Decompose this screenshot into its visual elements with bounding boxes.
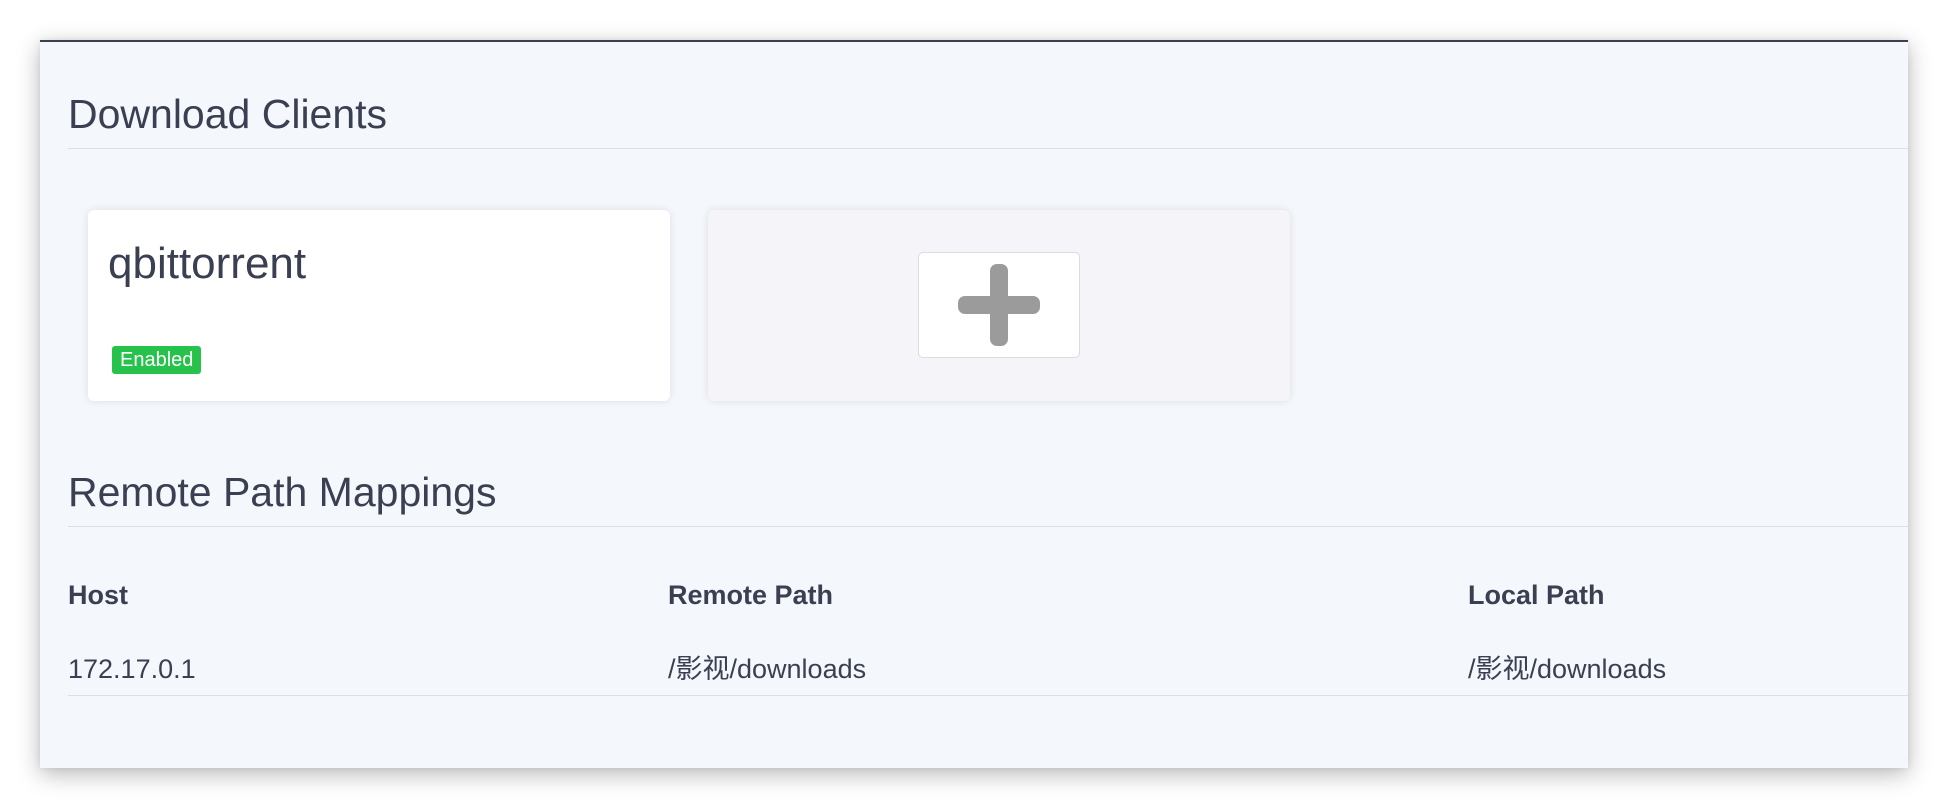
download-clients-title: Download Clients: [68, 91, 388, 137]
add-client-card: [708, 210, 1290, 401]
client-name: qbittorrent: [108, 239, 307, 288]
status-badge: Enabled: [112, 346, 202, 374]
cell-local-path: /影视/downloads: [1468, 654, 1667, 684]
column-header-remote-path: Remote Path: [668, 580, 834, 610]
table-row[interactable]: 172.17.0.1 /影视/downloads /影视/downloads: [68, 630, 1908, 696]
column-header-local-path: Local Path: [1468, 580, 1605, 610]
remote-path-mappings-title: Remote Path Mappings: [68, 469, 497, 515]
settings-window: Download Clients qbittorrent Enabled Rem…: [40, 40, 1908, 768]
column-header-host: Host: [68, 580, 128, 610]
cell-remote-path: /影视/downloads: [668, 654, 867, 684]
add-client-button[interactable]: [918, 252, 1080, 358]
section-divider: [68, 526, 1908, 527]
cell-host: 172.17.0.1: [68, 654, 196, 684]
client-card-qbittorrent[interactable]: qbittorrent Enabled: [88, 210, 670, 401]
plus-icon: [958, 264, 1040, 346]
section-divider: [68, 148, 1908, 149]
